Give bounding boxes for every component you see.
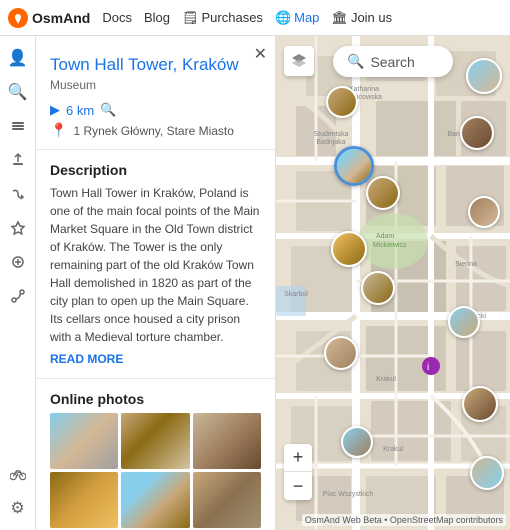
sidebar-item-settings[interactable]: ⚙ (4, 494, 32, 522)
map-marker-11[interactable] (462, 386, 498, 422)
distance-row: ▶ 6 km 🔍 (50, 102, 261, 118)
map-marker-8[interactable] (361, 271, 395, 305)
distance-value: 6 km (66, 103, 94, 118)
layers-icon (290, 52, 308, 70)
svg-text:Sienna: Sienna (455, 261, 477, 268)
nav-purchases[interactable]: 🗒 Purchases (182, 10, 263, 26)
map-attribution: OsmAnd Web Beta • OpenStreetMap contribu… (302, 514, 506, 526)
nav-blog[interactable]: Blog (144, 10, 170, 25)
map-marker-2[interactable] (326, 86, 358, 118)
nav-map[interactable]: 🌐 Map (275, 10, 319, 26)
svg-text:i: i (427, 362, 429, 373)
location-pin-icon: 📍 (50, 122, 67, 139)
map-marker-13[interactable] (470, 456, 504, 490)
map-marker-4[interactable] (460, 116, 494, 150)
icon-bar: 👤 🔍 ⚙ (0, 36, 36, 530)
map-marker-6[interactable] (468, 196, 500, 228)
map-marker-10[interactable] (324, 336, 358, 370)
side-panel: ✕ Town Hall Tower, Kraków Museum ▶ 6 km … (36, 36, 276, 530)
photo-thumb-5[interactable] (121, 472, 189, 528)
sidebar-item-bike[interactable] (4, 460, 32, 488)
description-title: Description (50, 162, 261, 178)
svg-text:Krakul: Krakul (383, 446, 403, 453)
sidebar-item-route[interactable] (4, 180, 32, 208)
nav-join[interactable]: 🏛 Join us (331, 10, 392, 26)
sidebar-item-favorites[interactable] (4, 214, 32, 242)
sidebar-item-layers[interactable] (4, 112, 32, 140)
read-more-link[interactable]: READ MORE (50, 352, 261, 366)
map-area[interactable]: Adam Mickiewicz i Katharina Kencowska St… (276, 36, 510, 530)
map-marker-5[interactable] (366, 176, 400, 210)
map-zoom-controls: + − (284, 444, 312, 500)
search-nearby-icon[interactable]: 🔍 (100, 102, 116, 118)
address-text: 1 Rynek Główny, Stare Miasto (73, 124, 234, 138)
svg-text:Studentska: Studentska (313, 131, 348, 138)
photo-thumb-2[interactable] (121, 413, 189, 469)
map-search-icon: 🔍 (347, 53, 364, 70)
map-marker-12[interactable] (341, 426, 373, 458)
svg-text:Badnjaka: Badnjaka (316, 139, 345, 146)
photo-thumb-4[interactable] (50, 472, 118, 528)
description-text: Town Hall Tower in Kraków, Poland is one… (50, 184, 261, 346)
map-marker-1[interactable] (466, 58, 502, 94)
svg-text:Mickiewicz: Mickiewicz (373, 242, 407, 249)
photo-thumb-6[interactable] (193, 472, 261, 528)
purchases-label: Purchases (202, 10, 263, 25)
photo-thumb-3[interactable] (193, 413, 261, 469)
photos-section: Online photos SHOW ALL (97) (36, 383, 275, 530)
sidebar-item-upload[interactable] (4, 146, 32, 174)
sidebar-item-edit[interactable] (4, 248, 32, 276)
svg-text:Plac Wszystkich: Plac Wszystkich (323, 491, 374, 498)
photo-thumb-1[interactable] (50, 413, 118, 469)
nav-docs[interactable]: Docs (102, 10, 132, 25)
photos-title: Online photos (50, 391, 261, 407)
sidebar-item-search[interactable]: 🔍 (4, 78, 32, 106)
join-label: Join us (351, 10, 392, 25)
sidebar-item-profile[interactable]: 👤 (4, 44, 32, 72)
main-layout: 👤 🔍 ⚙ ✕ Town Hall Tower, Kraków Mu (0, 36, 510, 530)
logo-text: OsmAnd (32, 10, 90, 26)
map-search-bar[interactable]: 🔍 Search (333, 46, 453, 77)
place-title: Town Hall Tower, Kraków (50, 54, 261, 76)
join-icon: 🏛 (331, 10, 348, 26)
address-row: 📍 1 Rynek Główny, Stare Miasto (50, 122, 261, 139)
arrow-icon: ▶ (50, 102, 60, 118)
map-search-text: Search (370, 54, 414, 70)
divider-1 (36, 149, 275, 150)
map-globe-icon: 🌐 (275, 10, 291, 26)
divider-2 (36, 378, 275, 379)
sidebar-item-track[interactable] (4, 282, 32, 310)
place-info: Town Hall Tower, Kraków Museum (36, 36, 275, 92)
place-type: Museum (50, 78, 261, 92)
map-marker-9[interactable] (448, 306, 480, 338)
svg-text:Skarbol: Skarbol (284, 291, 308, 298)
map-marker-selected[interactable] (334, 146, 374, 186)
close-button[interactable]: ✕ (254, 44, 267, 64)
map-label: Map (294, 10, 319, 25)
zoom-in-button[interactable]: + (284, 444, 312, 472)
svg-text:Krakul: Krakul (376, 376, 396, 383)
top-navigation: OsmAnd Docs Blog 🗒 Purchases 🌐 Map 🏛 Joi… (0, 0, 510, 36)
map-marker-7[interactable] (331, 231, 367, 267)
zoom-out-button[interactable]: − (284, 472, 312, 500)
description-section: Description Town Hall Tower in Kraków, P… (36, 154, 275, 374)
map-layers-button[interactable] (284, 46, 314, 76)
photos-grid (50, 413, 261, 528)
logo-icon (8, 8, 28, 28)
purchases-icon: 🗒 (182, 10, 199, 26)
logo[interactable]: OsmAnd (8, 8, 90, 28)
svg-text:Adam: Adam (376, 233, 394, 240)
